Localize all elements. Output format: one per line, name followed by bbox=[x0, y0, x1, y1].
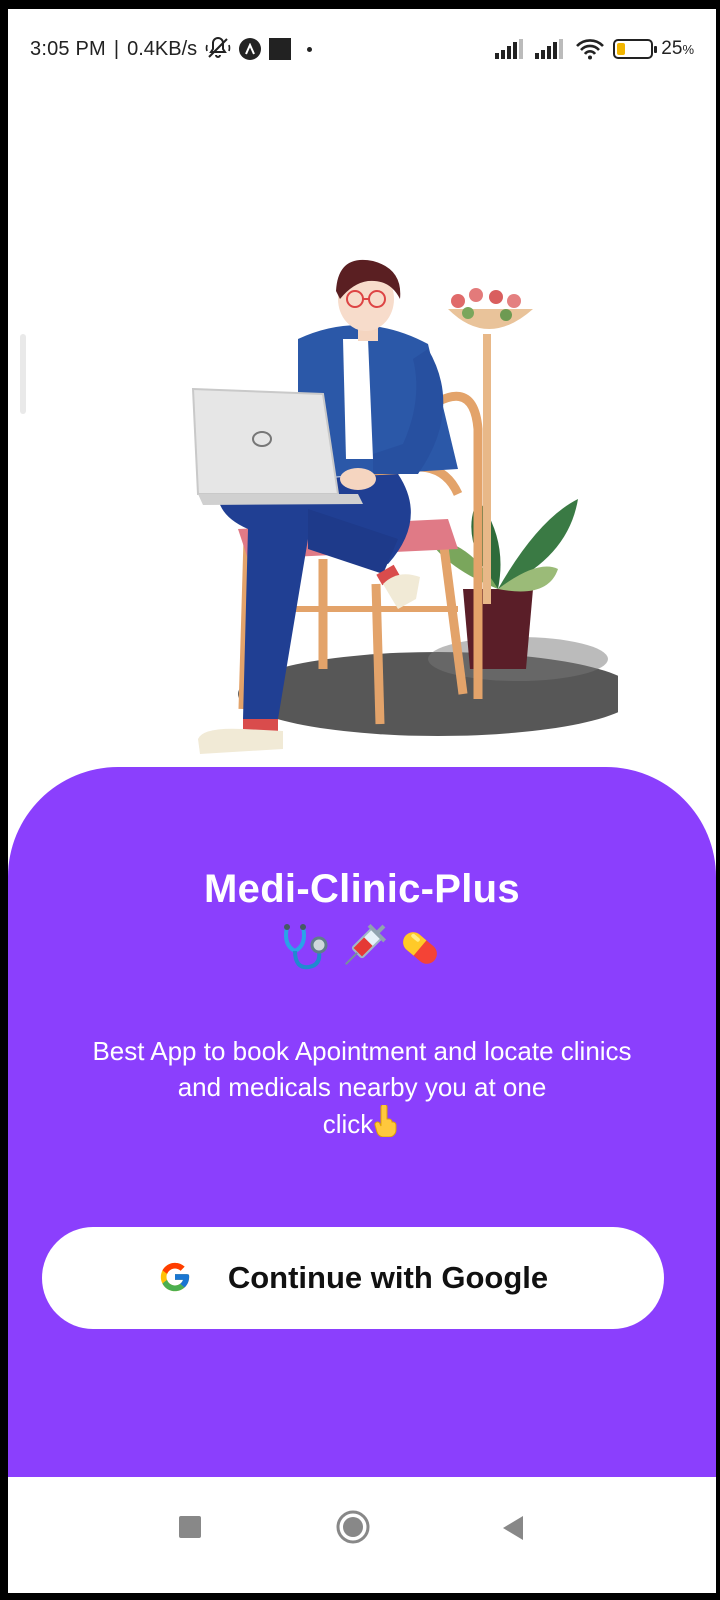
syringe-icon bbox=[335, 923, 393, 965]
pill-icon bbox=[393, 932, 447, 964]
square-notification-icon bbox=[269, 38, 292, 60]
battery-level bbox=[617, 43, 626, 55]
tagline-line-text: click bbox=[322, 1109, 374, 1139]
edge-scroll-indicator bbox=[20, 334, 26, 414]
battery-icon bbox=[613, 39, 658, 59]
recents-button[interactable] bbox=[178, 1515, 202, 1542]
app-tagline: Best App to book Apointment and locate c… bbox=[48, 1033, 676, 1146]
title-emoji-row bbox=[8, 921, 716, 981]
back-button[interactable] bbox=[501, 1515, 525, 1544]
battery-percent: 25% bbox=[661, 38, 694, 60]
status-separator: | bbox=[113, 37, 120, 60]
status-left: 3:05 PM | 0.4KB/s bbox=[30, 37, 313, 61]
wifi-icon bbox=[575, 38, 605, 60]
status-time: 3:05 PM bbox=[30, 37, 106, 60]
continue-with-google-button[interactable]: Continue with Google bbox=[42, 1227, 664, 1329]
man-with-laptop-illustration bbox=[158, 239, 638, 779]
dot-icon bbox=[307, 46, 313, 52]
signal-icon bbox=[535, 39, 567, 59]
app-screen: 3:05 PM | 0.4KB/s 25% Medi-Clinic-Plus B… bbox=[8, 9, 716, 1593]
google-button-label: Continue with Google bbox=[227, 1260, 549, 1295]
pointing-hand-icon bbox=[373, 1103, 401, 1146]
battery-percent-unit: % bbox=[682, 42, 694, 57]
status-right: 25% bbox=[495, 38, 694, 60]
battery-percent-value: 25 bbox=[661, 38, 683, 59]
home-button[interactable] bbox=[335, 1509, 371, 1548]
system-nav-bar bbox=[8, 1477, 716, 1593]
tagline-line: Best App to book Apointment and locate c… bbox=[92, 1036, 632, 1066]
network-speed: 0.4KB/s bbox=[127, 37, 198, 60]
stethoscope-icon bbox=[277, 924, 335, 970]
status-bar: 3:05 PM | 0.4KB/s 25% bbox=[8, 9, 716, 89]
tagline-line: click bbox=[48, 1103, 676, 1146]
signal-icon bbox=[495, 39, 527, 59]
app-a-icon bbox=[239, 38, 262, 60]
mute-vibrate-icon bbox=[205, 37, 231, 61]
google-icon bbox=[158, 1260, 192, 1297]
tagline-line: and medicals nearby you at one bbox=[177, 1072, 547, 1102]
app-title: Medi-Clinic-Plus bbox=[204, 867, 520, 911]
